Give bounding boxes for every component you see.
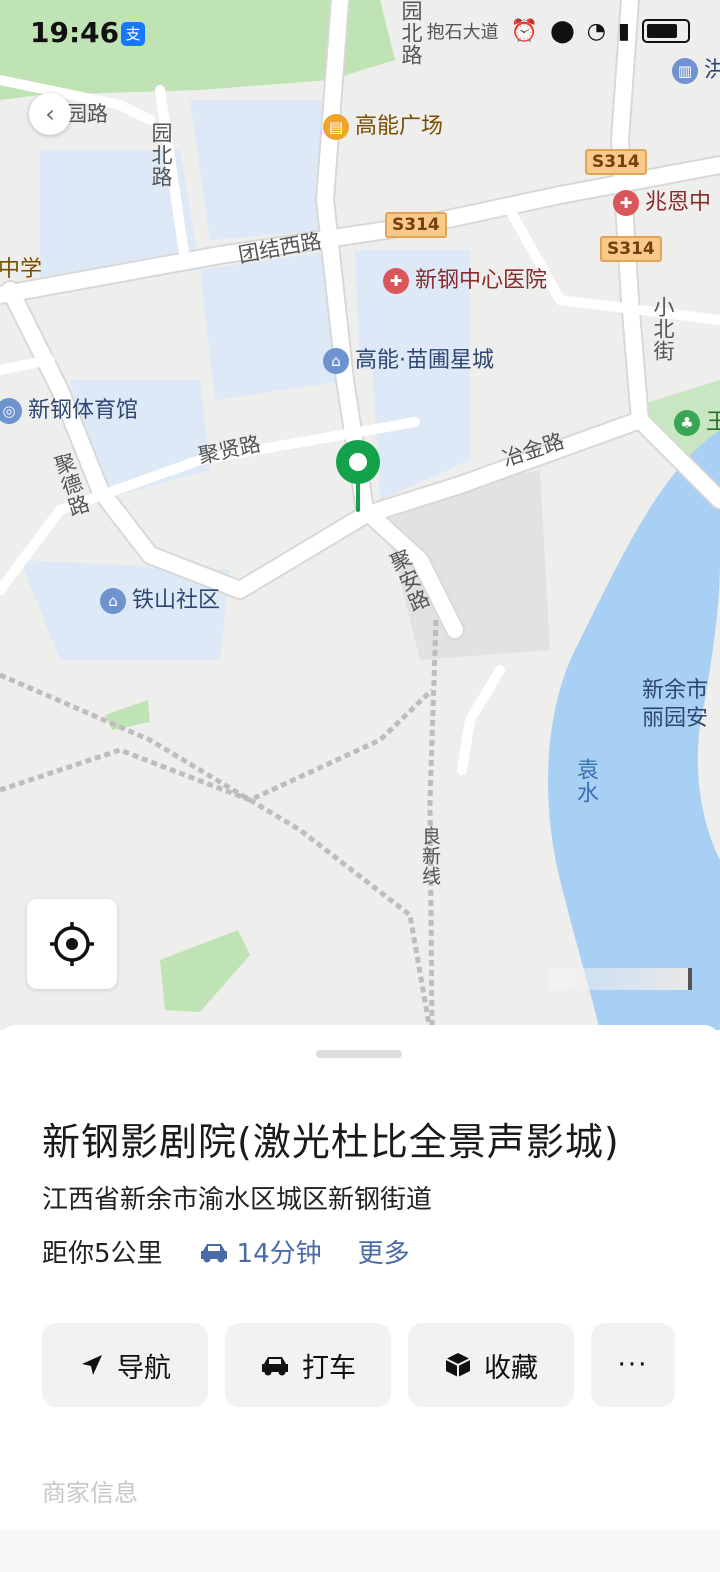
poi-label: 王 [706,410,720,435]
poi-label: 新钢中心医院 [415,268,548,293]
status-carrier-text: 抱石大道 [426,22,499,43]
more-link[interactable]: 更多 [358,1233,410,1270]
poi-label: 高能·苗圃星城 [355,348,494,373]
action-bar: 导航 打车 收藏 ··· [42,1323,675,1407]
crosshair-icon [50,922,94,966]
poi-gaoneng-plaza[interactable]: ▤ 高能广场 [323,114,443,140]
drive-time-label: 14分钟 [236,1239,322,1269]
more-dots-icon: ··· [617,1350,649,1380]
place-meta: 距你5公里 14分钟 更多 [42,1233,410,1270]
place-detail-sheet: 新钢影剧院(激光杜比全景声影城) 江西省新余市渝水区城区新钢街道 距你5公里 1… [0,1025,720,1572]
residence-icon: ⌂ [323,348,349,374]
road-label-yuan: 园路 [66,102,108,126]
road-label-liangxin: 良新线 [419,826,441,886]
poi-gaoneng-city[interactable]: ⌂ 高能·苗圃星城 [323,348,494,374]
map-view[interactable]: 园路 园北路 园北路 团结西路 聚贤路 聚德路 冶金路 聚安路 小北街 良新线 … [0,0,720,1030]
poi-stadium[interactable]: ◎ 新钢体育馆 [0,398,138,424]
highway-shield: S314 [600,236,662,262]
signal-icon: ▮ [617,18,630,44]
taxi-button[interactable]: 打车 [225,1323,391,1407]
road-label-yuanbei: 园北路 [149,122,173,188]
hospital-icon: ✚ [613,190,639,216]
alipay-icon: 支 [121,22,145,46]
location-pin-icon[interactable] [334,438,382,514]
status-bar: 19:46 支 抱石大道 ⏰ ⬤ ◔ ▮ [0,0,720,64]
poi-label: 兆恩中 [645,190,712,215]
poi-tieshan[interactable]: ⌂ 铁山社区 [100,588,220,614]
tree-icon: ♣ [674,410,700,436]
distance-text: 距你5公里 [42,1239,163,1269]
navigate-label: 导航 [117,1352,171,1384]
alarm-icon: ⏰ [510,18,539,44]
battery-icon [642,19,690,43]
car-icon [200,1243,227,1262]
favorite-label: 收藏 [484,1352,538,1384]
road-label-xiaobei: 小北街 [651,296,675,362]
status-icons: 抱石大道 ⏰ ⬤ ◔ ▮ [427,18,690,44]
highway-shield: S314 [385,212,447,238]
poi-xinyu-city: 新余市 [642,678,709,703]
sheet-drag-handle[interactable] [316,1050,402,1058]
place-title: 新钢影剧院(激光杜比全景声影城) [42,1120,620,1164]
taxi-label: 打车 [302,1352,356,1384]
location-icon: ⬤ [550,18,575,44]
scale-bar [548,968,692,990]
poi-label: 新钢体育馆 [28,398,139,423]
merchant-info-header: 商家信息 [42,1479,138,1507]
locate-button[interactable] [27,899,117,989]
place-address: 江西省新余市渝水区城区新钢街道 [42,1185,433,1215]
cube-icon [445,1353,471,1377]
chevron-left-icon: ‹ [45,100,55,128]
poi-hospital[interactable]: ✚ 新钢中心医院 [383,268,547,294]
shopping-icon: ▤ [323,114,349,140]
navigate-button[interactable]: 导航 [42,1323,208,1407]
poi-liyuan: 丽园安 [642,706,709,731]
poi-park[interactable]: ♣ 王 [674,410,720,436]
back-button[interactable]: ‹ [29,93,71,135]
river-label: 袁水 [573,758,598,804]
residence-icon: ⌂ [100,588,126,614]
drive-time-link[interactable]: 14分钟 [199,1233,322,1270]
poi-zhaoen[interactable]: ✚ 兆恩中 [613,190,711,216]
navigation-arrow-icon [82,1355,102,1375]
favorite-button[interactable]: 收藏 [408,1323,574,1407]
more-options-button[interactable]: ··· [591,1323,675,1407]
taxi-icon [262,1357,288,1376]
system-nav-bar [0,1530,720,1572]
poi-label: 高能广场 [355,114,444,139]
poi-school: 中学 [0,257,43,282]
highway-shield: S314 [585,149,647,175]
poi-label: 铁山社区 [132,588,221,613]
wifi-icon: ◔ [586,18,606,44]
stadium-icon: ◎ [0,398,22,424]
hospital-icon: ✚ [383,268,409,294]
status-time: 19:46 [30,16,120,49]
